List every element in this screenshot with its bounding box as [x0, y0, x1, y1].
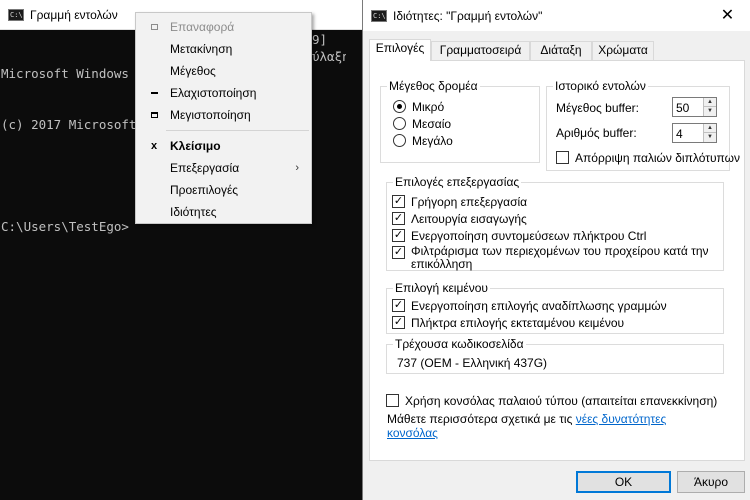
tab-font[interactable]: Γραμματοσειρά	[431, 41, 530, 60]
checkbox-label: Ενεργοποίηση συντομεύσεων πλήκτρου Ctrl	[411, 229, 647, 243]
menu-item-label: Ιδιότητες	[170, 205, 217, 219]
menu-item-label: Επεξεργασία	[170, 161, 240, 175]
maximize-icon	[148, 104, 160, 126]
menu-item-label: Μέγεθος	[170, 64, 216, 78]
command-history-group: Ιστορικό εντολών Μέγεθος buffer: 50 ▲ ▼ …	[546, 79, 740, 171]
menu-item-maximize[interactable]: Μεγιστοποίηση	[136, 104, 311, 126]
console-title: Γραμμή εντολών	[30, 8, 118, 22]
spin-down-icon[interactable]: ▼	[704, 133, 716, 142]
checkbox-label: Χρήση κονσόλας παλαιού τύπου (απαιτείται…	[405, 394, 718, 408]
radio-button[interactable]	[393, 134, 406, 147]
group-label: Επιλογές επεξεργασίας	[393, 175, 522, 189]
checkbox-label: Πλήκτρα επιλογής εκτεταμένου κειμένου	[411, 316, 625, 330]
menu-item-label: Μεγιστοποίηση	[170, 108, 251, 122]
text-selection-group: Επιλογή κειμένου ✓ Ενεργοποίηση επιλογής…	[386, 281, 724, 334]
buffer-count-label: Αριθμός buffer:	[556, 126, 637, 140]
menu-item-edit[interactable]: Επεξεργασία ›	[136, 157, 311, 179]
edit-options-group: Επιλογές επεξεργασίας ✓ Γρήγορη επεξεργα…	[386, 175, 724, 273]
group-label: Ιστορικό εντολών	[553, 79, 648, 93]
buffer-size-stepper[interactable]: 50 ▲ ▼	[672, 97, 717, 117]
system-menu: Επαναφορά Μετακίνηση Μέγεθος Ελαχιστοποί…	[135, 12, 312, 224]
cmd-icon[interactable]: C:\	[8, 9, 24, 21]
checkbox[interactable]	[556, 151, 569, 164]
menu-item-label: Μετακίνηση	[170, 42, 233, 56]
tab-colors[interactable]: Χρώματα	[592, 41, 654, 60]
cursor-size-group: Μέγεθος δρομέα Μικρό Μεσαίο Μεγάλο	[380, 79, 540, 163]
checkbox[interactable]	[386, 394, 399, 407]
menu-item-move[interactable]: Μετακίνηση	[136, 38, 311, 60]
stepper-value: 50	[676, 101, 690, 115]
checkbox-label: Ενεργοποίηση επιλογής αναδίπλωσης γραμμώ…	[411, 299, 667, 313]
menu-item-close[interactable]: x Κλείσιμο	[136, 135, 311, 157]
group-label: Τρέχουσα κωδικοσελίδα	[393, 337, 526, 351]
learn-more-text: Μάθετε περισσότερα σχετικά με τις νέες δ…	[387, 412, 707, 440]
checkbox[interactable]: ✓	[392, 229, 405, 242]
checkbox[interactable]: ✓	[392, 316, 405, 329]
checkbox[interactable]: ✓	[392, 212, 405, 225]
menu-item-minimize[interactable]: Ελαχιστοποίηση	[136, 82, 311, 104]
stepper-value: 4	[676, 127, 683, 141]
properties-dialog: C:\ Ιδιότητες: "Γραμμή εντολών" ✕ Επιλογ…	[362, 0, 750, 500]
minimize-icon	[148, 82, 160, 104]
group-label: Επιλογή κειμένου	[393, 281, 490, 295]
console-line-tail: ύλαξη	[312, 49, 350, 64]
spin-up-icon[interactable]: ▲	[704, 124, 716, 133]
dialog-title: Ιδιότητες: "Γραμμή εντολών"	[393, 9, 543, 23]
tab-panel-options: Μέγεθος δρομέα Μικρό Μεσαίο Μεγάλο Ιστορ…	[369, 60, 745, 461]
codepage-value: 737 (OEM - Ελληνική 437G)	[397, 356, 548, 370]
checkbox[interactable]: ✓	[392, 299, 405, 312]
dialog-titlebar[interactable]: C:\ Ιδιότητες: "Γραμμή εντολών" ✕	[363, 0, 750, 31]
radio-label: Μικρό	[412, 100, 445, 114]
learn-more-prefix: Μάθετε περισσότερα σχετικά με τις	[387, 412, 576, 426]
cmd-icon[interactable]: C:\	[371, 10, 387, 22]
radio-button[interactable]	[393, 117, 406, 130]
spin-up-icon[interactable]: ▲	[704, 98, 716, 107]
radio-button[interactable]	[393, 100, 406, 113]
tab-options[interactable]: Επιλογές	[369, 39, 431, 61]
menu-separator	[166, 130, 309, 131]
checkbox[interactable]: ✓	[392, 246, 405, 259]
cancel-button[interactable]: Άκυρο	[677, 471, 745, 493]
tab-layout[interactable]: Διάταξη	[530, 41, 592, 60]
menu-item-label: Επαναφορά	[170, 20, 235, 34]
group-label: Μέγεθος δρομέα	[387, 79, 480, 93]
filter-clipboard-checkbox[interactable]: ✓ Φιλτράρισμα των περιεχομένων του προχε…	[392, 245, 712, 273]
checkbox-label: Απόρριψη παλιών διπλότυπων	[575, 151, 740, 165]
menu-item-defaults[interactable]: Προεπιλογές	[136, 179, 311, 201]
radio-label: Μεγάλο	[412, 134, 453, 148]
radio-label: Μεσαίο	[412, 117, 452, 131]
menu-item-restore[interactable]: Επαναφορά	[136, 16, 311, 38]
checkbox[interactable]: ✓	[392, 195, 405, 208]
close-icon: x	[150, 140, 158, 152]
checkbox-label: Γρήγορη επεξεργασία	[411, 195, 528, 209]
codepage-group: Τρέχουσα κωδικοσελίδα 737 (OEM - Ελληνικ…	[386, 337, 724, 374]
checkbox-label: Λειτουργία εισαγωγής	[411, 212, 527, 226]
stepper-buttons: ▲ ▼	[703, 98, 716, 116]
spin-down-icon[interactable]: ▼	[704, 107, 716, 116]
console-line-tail: 9]	[312, 32, 328, 47]
ok-button[interactable]: OK	[576, 471, 671, 493]
stepper-buttons: ▲ ▼	[703, 124, 716, 142]
console-scrollbar[interactable]	[346, 30, 362, 500]
buffer-count-stepper[interactable]: 4 ▲ ▼	[672, 123, 717, 143]
checkbox-label: Φιλτράρισμα των περιεχομένων του προχείρ…	[411, 244, 709, 271]
menu-item-properties[interactable]: Ιδιότητες	[136, 201, 311, 223]
restore-icon	[148, 16, 160, 38]
menu-item-label: Προεπιλογές	[170, 183, 239, 197]
chevron-right-icon: ›	[295, 162, 299, 174]
menu-item-label: Κλείσιμο	[170, 139, 221, 153]
menu-item-label: Ελαχιστοποίηση	[170, 86, 257, 100]
menu-item-size[interactable]: Μέγεθος	[136, 60, 311, 82]
close-icon[interactable]: ✕	[705, 0, 750, 31]
buffer-size-label: Μέγεθος buffer:	[556, 101, 639, 115]
